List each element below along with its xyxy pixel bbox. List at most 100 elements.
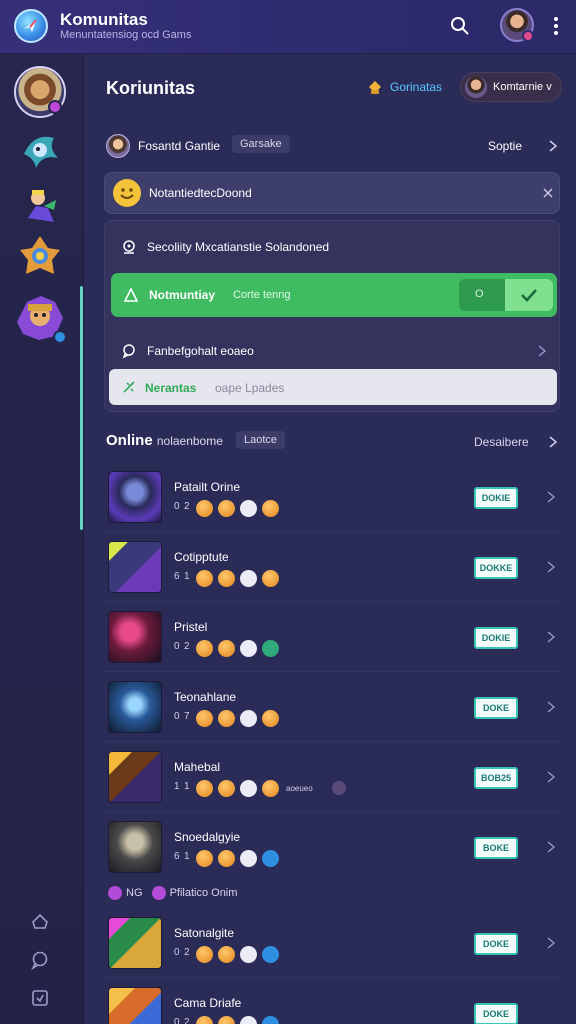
sparkle-icon	[121, 379, 137, 395]
status-dot	[522, 30, 534, 42]
party-icon	[108, 886, 122, 900]
coin-chip-icon	[218, 570, 235, 587]
chat-bubble-icon	[121, 343, 137, 359]
options-panel: Secoliity Mxcatianstie Solandoned Notmun…	[104, 220, 560, 412]
game-row[interactable]: Mahebal 1 1 aoeueo BOB25	[104, 742, 560, 812]
game-thumbnail	[108, 471, 162, 523]
option-row-notification[interactable]: Notmuntiay Corte tenng O	[111, 273, 557, 317]
featured-section-row[interactable]: Fosantd Gantie Garsake Soptie	[106, 134, 560, 158]
gem-chip-icon	[262, 1016, 279, 1024]
game-title: Pristel	[174, 620, 208, 634]
coin-chip-icon	[196, 710, 213, 727]
join-button[interactable]: BOKE	[474, 837, 518, 859]
join-button[interactable]: DOKE	[474, 1003, 518, 1024]
triangle-icon	[123, 287, 139, 303]
party-tag: NG	[126, 886, 143, 899]
coins-link[interactable]: Gorinatas	[390, 80, 442, 94]
chevron-right-icon[interactable]	[546, 560, 556, 574]
game-title: Cama Driafe	[174, 996, 242, 1010]
party-text: Pfilatico Onim	[169, 886, 238, 899]
game-row[interactable]: Cama Driafe 0 2 DOKE	[104, 978, 560, 1024]
home-icon[interactable]	[30, 912, 50, 932]
rail-game-5[interactable]	[11, 288, 69, 346]
online-action-link[interactable]: Desaibere	[474, 435, 529, 449]
notice-banner[interactable]: NotantiedtecDoond	[104, 172, 560, 214]
settings-icon[interactable]	[30, 988, 50, 1008]
chat-icon[interactable]	[30, 950, 50, 971]
notification-badge	[48, 100, 62, 114]
chevron-right-icon[interactable]	[546, 490, 556, 504]
rail-game-3[interactable]	[14, 178, 66, 230]
rail-game-2[interactable]	[14, 124, 66, 176]
coin-chip-icon	[262, 570, 279, 587]
game-thumbnail	[108, 917, 162, 969]
online-title: Online nolaenbome	[106, 432, 223, 449]
smile-emoji-icon	[113, 179, 141, 207]
game-thumbnail	[108, 681, 162, 733]
coin-chip-icon	[196, 1016, 213, 1024]
toggle-off-segment[interactable]: O	[459, 279, 505, 311]
option-row-security[interactable]: Secoliity Mxcatianstie Solandoned	[121, 237, 541, 257]
chevron-right-icon[interactable]	[548, 435, 558, 449]
user-chip[interactable]: Komtarnie v	[460, 72, 562, 102]
notice-text: NotantiedtecDoond	[149, 186, 252, 200]
join-button[interactable]: DOKKE	[474, 557, 518, 579]
coin-chip-icon	[196, 570, 213, 587]
chevron-right-icon[interactable]	[546, 770, 556, 784]
game-row[interactable]: Satonalgite 0 2 DOKE	[104, 908, 560, 978]
join-button[interactable]: DOKIE	[474, 627, 518, 649]
toggle-on-segment[interactable]	[505, 279, 553, 311]
coin-chip-icon	[196, 640, 213, 657]
join-button[interactable]: DOKIE	[474, 487, 518, 509]
chevron-right-icon[interactable]	[546, 936, 556, 950]
coin-chip-icon	[218, 710, 235, 727]
gem-chip-icon	[262, 850, 279, 867]
close-icon[interactable]	[541, 186, 555, 200]
section-action-link[interactable]: Soptie	[488, 139, 522, 153]
app-logo-icon[interactable]	[14, 9, 48, 43]
notification-toggle[interactable]: O	[459, 279, 553, 311]
option-row-updates[interactable]: Nerantas oape Lpades	[109, 369, 557, 405]
search-icon[interactable]	[448, 14, 472, 38]
profile-avatar[interactable]	[500, 8, 534, 42]
option-title: Nerantas	[145, 381, 197, 395]
game-row[interactable]: Snoedalgyie 6 1 BOKE	[104, 812, 560, 882]
app-subtitle: Menuntatensiog ocd Gams	[60, 29, 192, 41]
join-button[interactable]: DOKE	[474, 697, 518, 719]
more-vertical-icon[interactable]	[548, 15, 564, 37]
main-content: Koriunitas Gorinatas Komtarnie v Fosantd…	[84, 54, 576, 1024]
game-thumbnail	[108, 987, 162, 1024]
game-row[interactable]: Teonahlane 0 7 DOKE	[104, 672, 560, 742]
game-row[interactable]: Cotipptute 6 1 DOKKE	[104, 532, 560, 602]
badge-chip-icon	[332, 781, 346, 795]
chevron-right-icon[interactable]	[548, 139, 558, 153]
gem-chip-icon	[262, 640, 279, 657]
chevron-right-icon[interactable]	[546, 630, 556, 644]
option-row-feedback[interactable]: Fanbefgohalt eoaeo	[121, 341, 551, 361]
game-row[interactable]: Patailt Orine 0 2 DOKIE	[104, 462, 560, 532]
section-tag[interactable]: Garsake	[232, 135, 290, 153]
chevron-right-icon[interactable]	[546, 700, 556, 714]
game-title: Snoedalgyie	[174, 830, 241, 844]
online-section-header: Online nolaenbome Laotce Desaibere	[106, 430, 562, 454]
rail-active-indicator	[80, 286, 83, 530]
chevron-right-icon[interactable]	[537, 344, 547, 358]
avatar	[465, 76, 487, 98]
controller-chip-icon	[240, 1016, 257, 1024]
rail-game-1[interactable]	[14, 66, 66, 118]
online-tag[interactable]: Laotce	[236, 431, 286, 449]
game-title: Cotipptute	[174, 550, 229, 564]
coin-chip-icon	[218, 946, 235, 963]
option-subtitle: Corte tenng	[233, 289, 291, 301]
join-button[interactable]: BOB25	[474, 767, 518, 789]
join-button[interactable]: DOKE	[474, 933, 518, 955]
game-row[interactable]: Pristel 0 2 DOKIE	[104, 602, 560, 672]
game-rail	[0, 54, 84, 1024]
rail-game-4[interactable]	[14, 230, 66, 282]
party-line[interactable]: NG Pfilatico Onim	[108, 886, 237, 904]
top-app-bar: Komunitas Menuntatensiog ocd Gams	[0, 0, 576, 54]
controller-chip-icon	[240, 850, 257, 867]
game-title: Mahebal	[174, 760, 221, 774]
chevron-right-icon[interactable]	[546, 840, 556, 854]
controller-chip-icon	[240, 946, 257, 963]
